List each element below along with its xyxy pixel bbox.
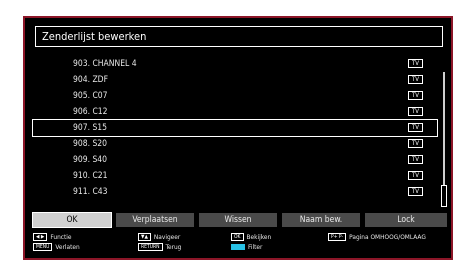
tv-badge: TV	[408, 75, 423, 84]
view-label: Bekijken	[246, 233, 272, 241]
channel-row-905[interactable]: 905. C07 TV	[33, 88, 437, 104]
channel-name: 905. C07	[73, 91, 108, 101]
legend-function: ◀ ▶ Functie	[33, 233, 72, 241]
channel-row-909[interactable]: 909. S40 TV	[33, 152, 437, 168]
menu-label: Verlaten	[55, 243, 80, 251]
ok-button[interactable]: OK	[32, 212, 112, 228]
legend-menu: MENU Verlaten	[33, 243, 80, 251]
channel-name: 907. S15	[73, 123, 108, 133]
tv-badge: TV	[408, 187, 423, 196]
channel-name: 909. S40	[73, 155, 108, 165]
channel-row-906[interactable]: 906. C12 TV	[33, 104, 437, 120]
key-legend: ◀ ▶ Functie MENU Verlaten ▼▲ Navigeer RE…	[33, 232, 447, 258]
up-down-arrows-icon: ▼▲	[138, 233, 151, 241]
channel-row-907-selected[interactable]: 907. S15 TV	[32, 119, 438, 137]
blue-key-icon	[231, 244, 245, 250]
tv-badge: TV	[408, 91, 423, 100]
action-button-bar: OK Verplaatsen Wissen Naam bew. Lock	[32, 212, 447, 228]
legend-page: P+ P- Pagina OMHOOG/OMLAAG	[328, 233, 426, 241]
tv-badge: TV	[408, 123, 423, 132]
channel-list: 903. CHANNEL 4 TV 904. ZDF TV 905. C07 T…	[32, 56, 438, 200]
lock-button[interactable]: Lock	[365, 213, 447, 227]
page-keys: P+ P-	[328, 233, 347, 241]
menu-key: MENU	[33, 243, 53, 251]
legend-return: RETURN Terug	[138, 243, 181, 251]
page-label: Pagina OMHOOG/OMLAAG	[349, 233, 426, 241]
legend-view: OK Bekijken	[231, 233, 271, 241]
left-right-arrows-icon: ◀ ▶	[33, 233, 48, 241]
tv-badge: TV	[408, 139, 423, 148]
channel-name: 904. ZDF	[73, 75, 108, 85]
function-label: Functie	[50, 233, 72, 241]
channel-name: 903. CHANNEL 4	[73, 59, 137, 69]
rename-button[interactable]: Naam bew.	[282, 213, 360, 227]
return-label: Terug	[165, 243, 182, 251]
channel-row-903[interactable]: 903. CHANNEL 4 TV	[33, 56, 437, 72]
legend-filter: Filter	[231, 243, 262, 251]
panel-title: Zenderlijst bewerken	[35, 26, 443, 47]
scrollbar-track[interactable]	[443, 72, 445, 197]
channel-row-904[interactable]: 904. ZDF TV	[33, 72, 437, 88]
legend-navigate: ▼▲ Navigeer	[138, 233, 180, 241]
channel-name: 908. S20	[73, 139, 108, 149]
channel-name: 906. C12	[73, 107, 108, 117]
channel-row-908[interactable]: 908. S20 TV	[33, 136, 437, 152]
channel-name: 911. C43	[73, 187, 108, 197]
scrollbar-thumb[interactable]	[441, 185, 447, 207]
channel-name: 910. C21	[73, 171, 108, 181]
navigate-label: Navigeer	[153, 233, 181, 241]
move-button[interactable]: Verplaatsen	[116, 213, 194, 227]
edit-channel-list-panel: Zenderlijst bewerken 903. CHANNEL 4 TV 9…	[23, 16, 453, 260]
filter-label: Filter	[248, 243, 263, 251]
ok-key: OK	[231, 233, 244, 241]
delete-button[interactable]: Wissen	[199, 213, 277, 227]
tv-badge: TV	[408, 107, 423, 116]
return-key: RETURN	[138, 243, 163, 251]
tv-badge: TV	[408, 171, 423, 180]
screen: Zenderlijst bewerken 903. CHANNEL 4 TV 9…	[0, 0, 474, 269]
tv-badge: TV	[408, 59, 423, 68]
tv-badge: TV	[408, 155, 423, 164]
channel-row-910[interactable]: 910. C21 TV	[33, 168, 437, 184]
channel-row-911[interactable]: 911. C43 TV	[33, 184, 437, 200]
